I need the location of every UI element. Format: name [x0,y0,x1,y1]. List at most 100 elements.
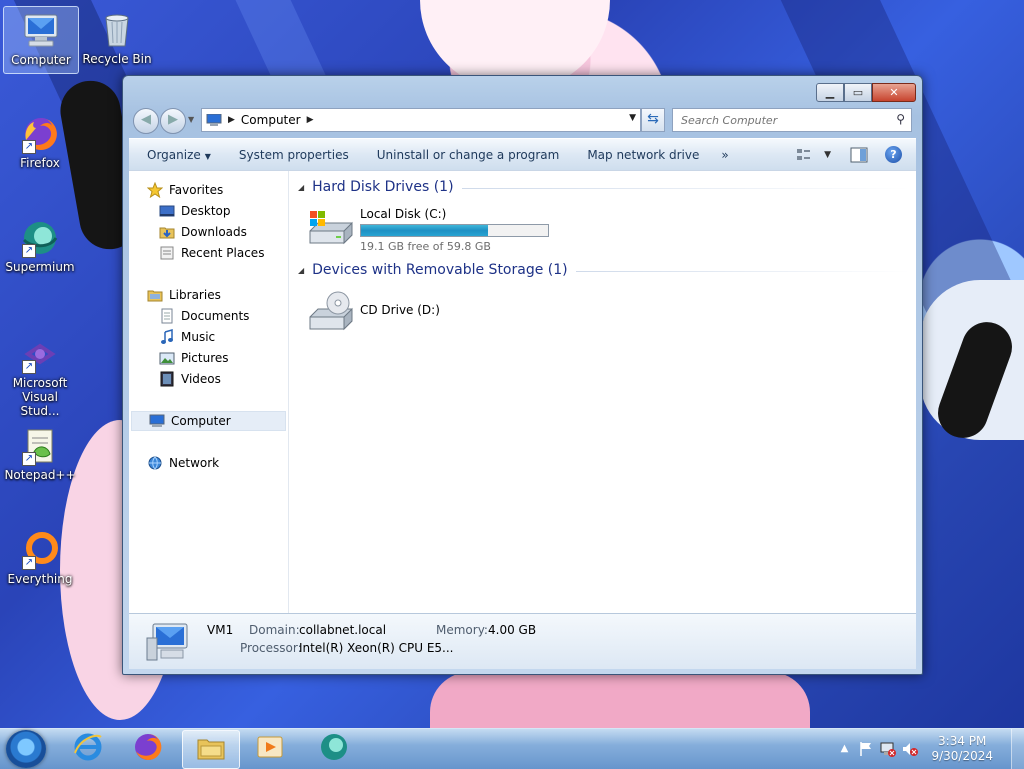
minimize-button[interactable]: ▁ [816,83,844,102]
pictures-icon [159,350,175,366]
search-input[interactable] [679,112,888,128]
processor-label: Processor: [240,641,302,655]
nav-item-music[interactable]: Music [159,327,215,347]
caption-buttons: ▁ ▭ ✕ [816,83,916,102]
map-network-drive-button[interactable]: Map network drive [573,148,713,162]
breadcrumb-computer[interactable]: Computer [241,113,301,127]
desktop-icon-label: Computer [11,53,71,67]
desktop-icon-visual-studio[interactable]: ↗ Microsoft Visual Stud... [1,330,79,418]
drive-cd-d[interactable]: CD Drive (D:) [306,289,440,333]
drive-name: CD Drive (D:) [360,303,440,317]
shortcut-arrow-icon: ↗ [22,360,36,374]
memory-label: Memory: [436,623,488,637]
breadcrumb-arrow-icon[interactable]: ▶ [228,115,235,125]
help-icon[interactable]: ? [885,146,902,163]
drive-free-space: 19.1 GB free of 59.8 GB [360,240,491,253]
nav-item-recent-places[interactable]: Recent Places [159,243,264,263]
desktop-icon-label: Everything [7,572,73,586]
group-header-hard-disk-drives[interactable]: ◢ Hard Disk Drives (1) [298,179,910,195]
collapse-triangle-icon[interactable]: ◢ [298,183,304,192]
desktop-icon-recycle-bin[interactable]: Recycle Bin [80,6,154,66]
explorer-window: ▁ ▭ ✕ ◀ ▶ ▼ ▶ Computer ▶ ▼ ⇆ ⚲ Organize▼… [122,75,923,675]
clock-date: 9/30/2024 [931,749,993,763]
taskbar-supermium[interactable] [306,730,362,767]
notepad-plus-plus-icon: ↗ [20,426,60,466]
nav-item-network[interactable]: Network [147,453,219,473]
windows-explorer-icon [195,732,227,767]
taskbar-media-player[interactable] [242,730,298,767]
nav-item-computer[interactable]: Computer [131,411,286,431]
volume-muted-icon[interactable] [902,741,919,757]
action-center-flag-icon[interactable] [858,741,874,757]
main-pane: ◢ Hard Disk Drives (1) Local Disk (C:) 1… [290,171,916,613]
nav-item-documents[interactable]: Documents [159,306,249,326]
view-options-dropdown-icon[interactable]: ▼ [824,150,831,160]
desktop-icon-notepad-plus-plus[interactable]: ↗ Notepad++ [1,422,79,482]
search-box[interactable]: ⚲ [672,108,912,132]
nav-item-pictures[interactable]: Pictures [159,348,229,368]
forward-button[interactable]: ▶ [160,108,186,134]
shortcut-arrow-icon: ↗ [22,140,36,154]
desktop-icon-label: Recycle Bin [82,52,152,66]
recent-places-icon [159,245,175,261]
nav-item-downloads[interactable]: Downloads [159,222,247,242]
shortcut-arrow-icon: ↗ [22,556,36,570]
music-icon [159,329,175,345]
chevron-down-icon: ▼ [204,151,211,161]
drive-local-disk-c[interactable]: Local Disk (C:) 19.1 GB free of 59.8 GB [306,205,549,253]
nav-item-libraries[interactable]: Libraries [147,285,221,305]
nav-item-favorites[interactable]: Favorites [146,180,223,200]
desktop-icon-supermium[interactable]: ↗ Supermium [3,214,77,274]
uninstall-program-button[interactable]: Uninstall or change a program [363,148,574,162]
show-hidden-icons-icon[interactable]: ▲ [836,741,852,757]
videos-icon [159,371,175,387]
refresh-button[interactable]: ⇆ [641,108,665,132]
group-header-removable-storage[interactable]: ◢ Devices with Removable Storage (1) [298,262,910,278]
preview-pane-icon[interactable] [849,147,869,163]
desktop-icon-computer[interactable]: Computer [3,6,79,74]
search-icon[interactable]: ⚲ [896,112,905,126]
taskbar-firefox[interactable] [120,730,176,767]
cd-drive-icon [306,289,354,333]
address-bar[interactable]: ▶ Computer ▶ ▼ [201,108,641,132]
supermium-icon [318,731,350,766]
nav-item-videos[interactable]: Videos [159,369,221,389]
shortcut-arrow-icon: ↗ [22,244,36,258]
organize-menu[interactable]: Organize ▼ [129,148,225,162]
media-player-icon [254,731,286,766]
change-view-icon[interactable] [796,147,816,163]
clock-time: 3:34 PM [938,734,987,748]
desktop-icon-label: Supermium [5,260,75,274]
processor-value: Intel(R) Xeon(R) CPU E5... [299,641,454,655]
taskbar-windows-explorer[interactable] [182,730,240,769]
nav-item-desktop[interactable]: Desktop [159,201,231,221]
show-desktop-button[interactable] [1011,729,1024,769]
back-button[interactable]: ◀ [133,108,159,134]
desktop-icon-firefox[interactable]: ↗ Firefox [3,110,77,170]
maximize-button[interactable]: ▭ [844,83,872,102]
network-status-icon[interactable] [880,741,897,757]
desktop-icon-label: Microsoft Visual Stud... [12,376,68,418]
address-dropdown-icon[interactable]: ▼ [629,113,636,123]
memory-value: 4.00 GB [488,623,537,637]
breadcrumb-arrow-icon[interactable]: ▶ [307,115,314,125]
system-clock[interactable]: 3:34 PM 9/30/2024 [931,734,993,764]
close-button[interactable]: ✕ [872,83,916,102]
more-commands-button[interactable]: » [713,148,736,162]
taskbar: ▲ 3:34 PM 9/30/2024 [0,728,1024,769]
firefox-icon [132,731,164,766]
navigation-bar: ◀ ▶ ▼ ▶ Computer ▶ ▼ ⇆ ⚲ [131,105,913,135]
desktop-icon-label: Firefox [20,156,60,170]
computer-icon [149,413,165,429]
visual-studio-icon: ↗ [20,334,60,374]
recent-pages-dropdown[interactable]: ▼ [188,115,194,124]
internet-explorer-icon [72,731,104,766]
domain-value: collabnet.local [299,623,387,637]
firefox-icon: ↗ [20,114,60,154]
taskbar-internet-explorer[interactable] [60,730,116,767]
system-properties-button[interactable]: System properties [225,148,363,162]
computer-icon [21,11,61,51]
desktop-icon-everything[interactable]: ↗ Everything [3,526,77,586]
start-button[interactable] [6,730,46,768]
collapse-triangle-icon[interactable]: ◢ [298,266,304,275]
